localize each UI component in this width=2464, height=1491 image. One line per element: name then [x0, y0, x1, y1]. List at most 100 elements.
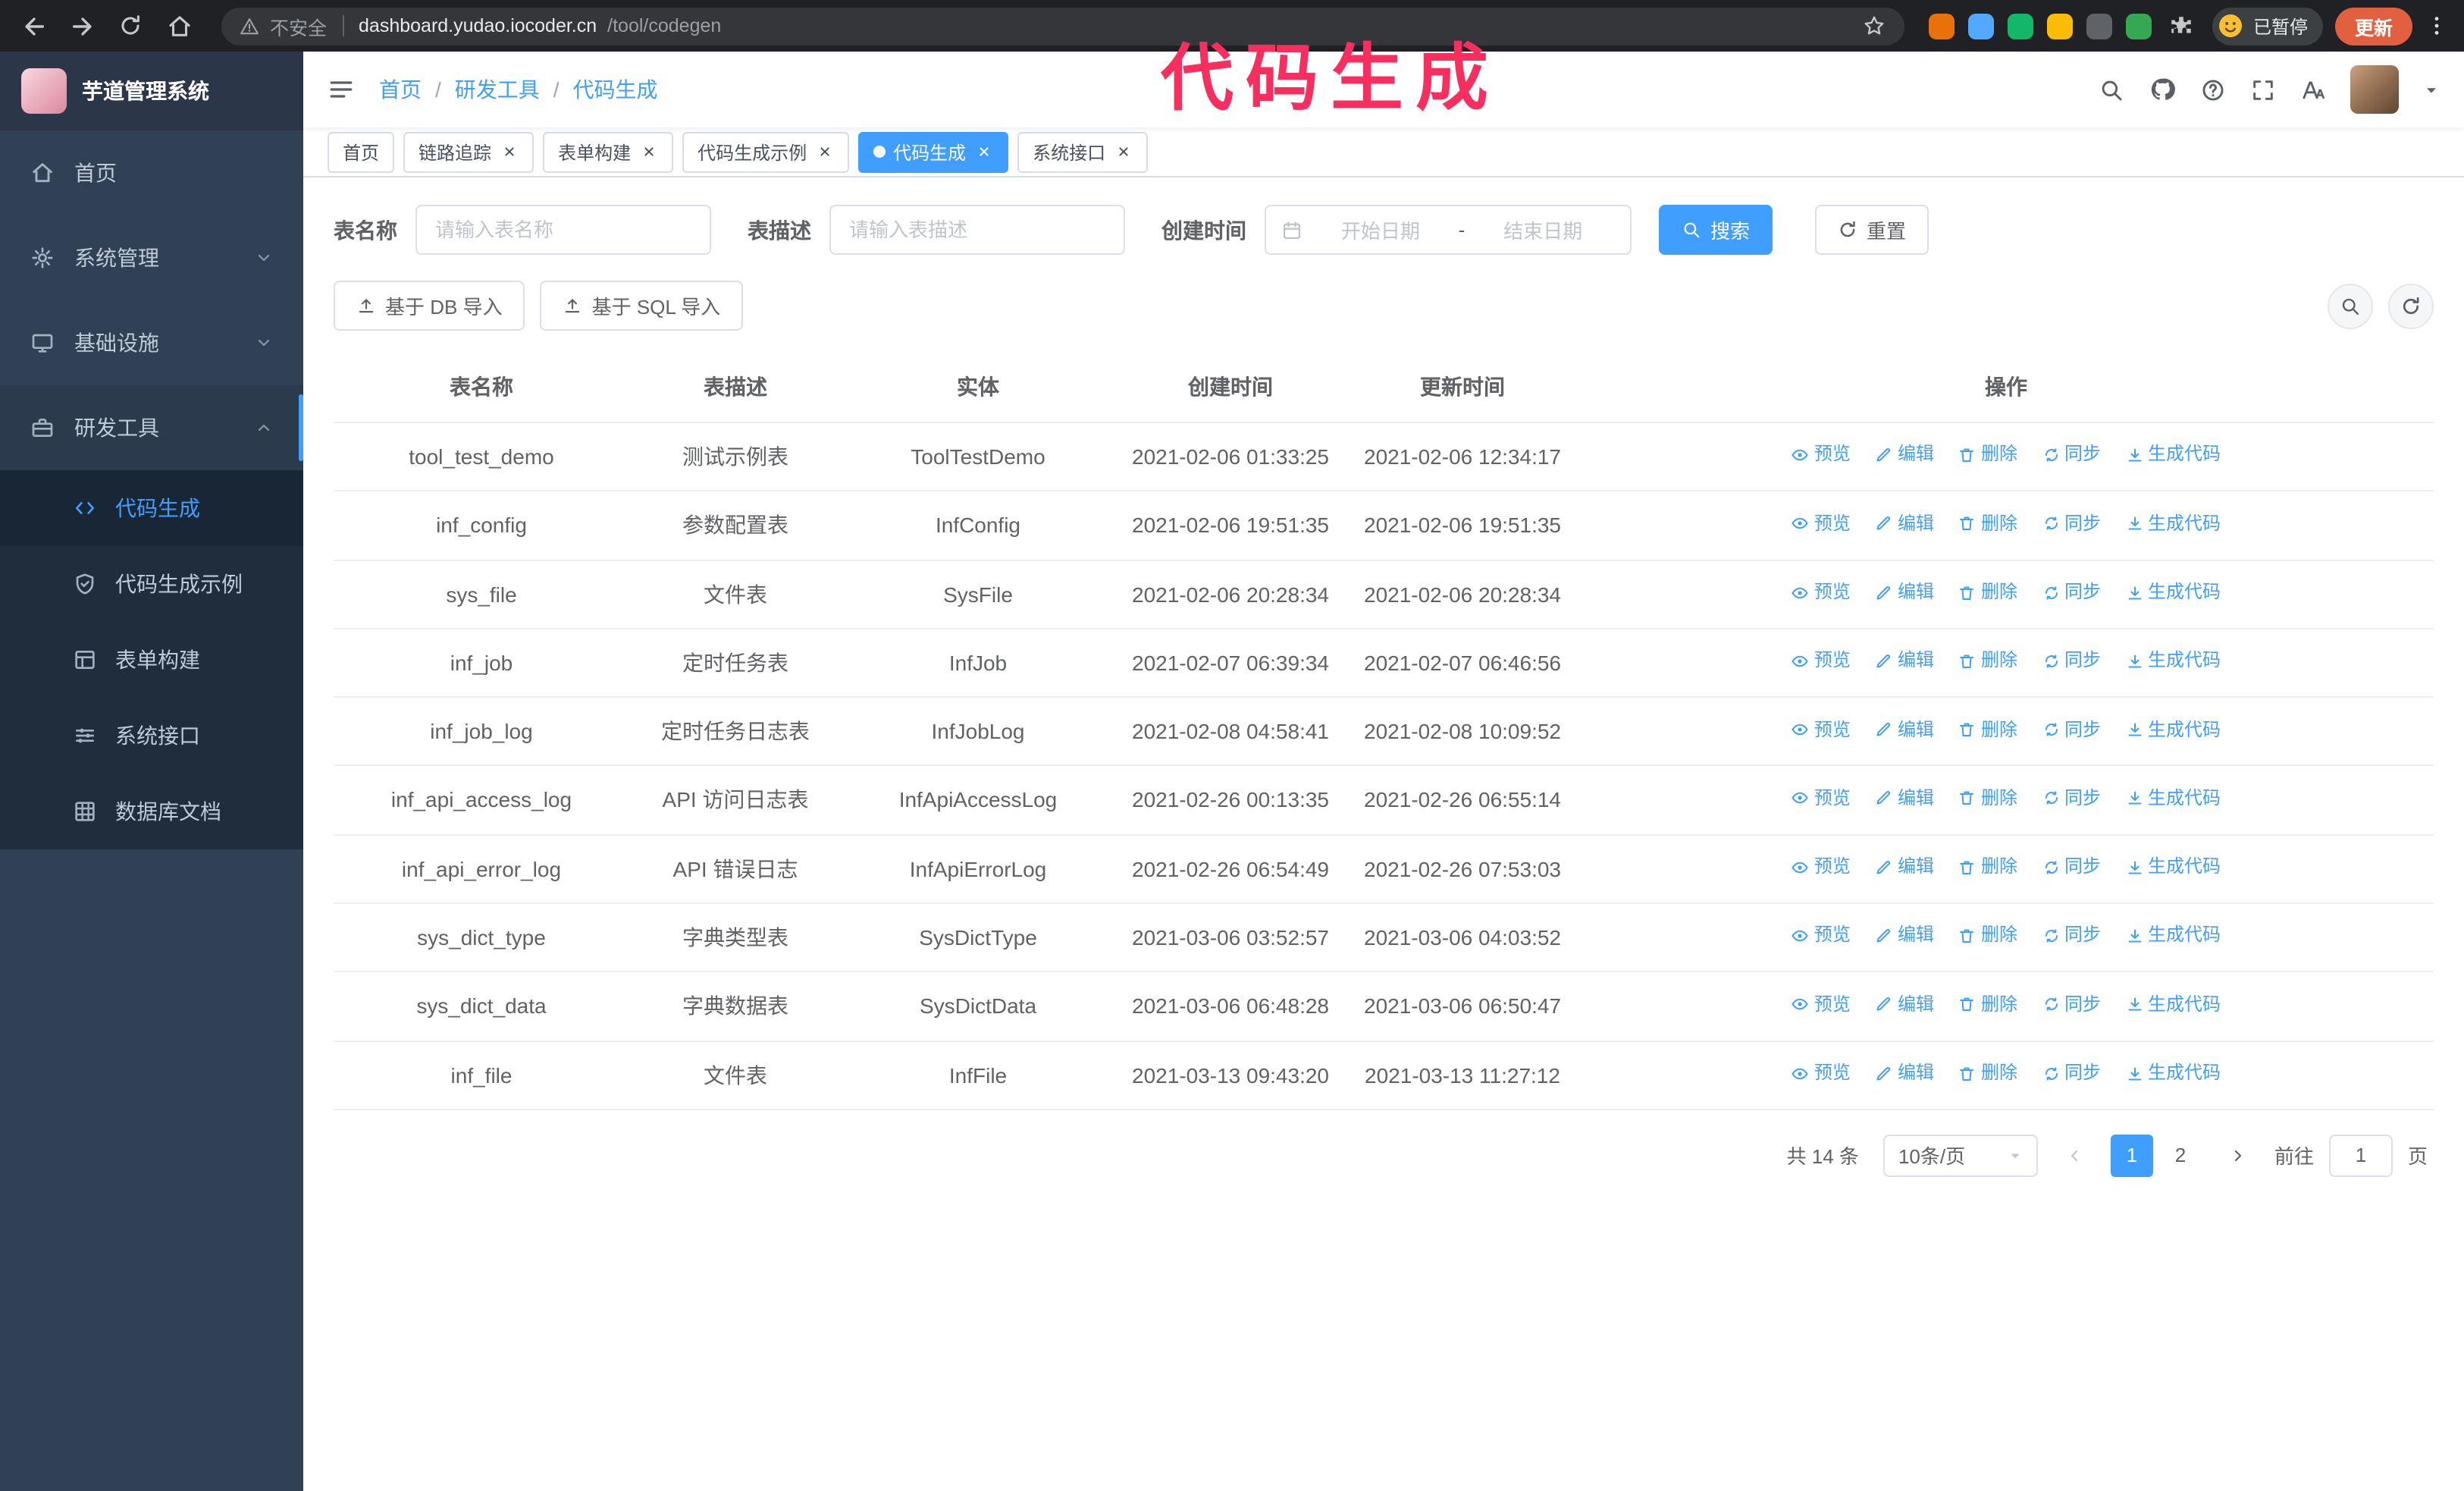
sync-link[interactable]: 同步 [2042, 579, 2101, 606]
browser-menu-button[interactable] [2425, 14, 2449, 38]
refresh-table-button[interactable] [2388, 283, 2434, 328]
tab-close-icon[interactable] [1113, 142, 1133, 162]
generate-code-link[interactable]: 生成代码 [2125, 854, 2221, 880]
preview-link[interactable]: 预览 [1792, 442, 1851, 469]
generate-code-link[interactable]: 生成代码 [2125, 786, 2221, 812]
edit-link[interactable]: 编辑 [1875, 717, 1934, 743]
vpn-extension-icon[interactable] [2007, 13, 2033, 39]
tab-系统接口[interactable]: 系统接口 [1017, 131, 1149, 172]
search-button[interactable]: 搜索 [1659, 205, 1773, 255]
date-range-picker[interactable]: 开始日期 - 结束日期 [1265, 205, 1632, 255]
table-desc-input[interactable] [829, 205, 1125, 255]
preview-link[interactable]: 预览 [1792, 786, 1851, 812]
page-button-1[interactable]: 1 [2110, 1134, 2153, 1177]
generate-code-link[interactable]: 生成代码 [2125, 717, 2221, 743]
edit-link[interactable]: 编辑 [1875, 648, 1934, 674]
submenu-item-form[interactable]: 表单构建 [0, 622, 303, 698]
sync-link[interactable]: 同步 [2042, 510, 2101, 537]
sidebar-item-toolbox[interactable]: 研发工具 [0, 385, 303, 470]
preview-link[interactable]: 预览 [1792, 923, 1851, 950]
delete-link[interactable]: 删除 [1958, 991, 2017, 1018]
submenu-item-sliders[interactable]: 系统接口 [0, 698, 303, 774]
tab-代码生成示例[interactable]: 代码生成示例 [682, 131, 850, 172]
delete-link[interactable]: 删除 [1958, 786, 2017, 812]
logo-row[interactable]: 芋道管理系统 [0, 52, 303, 130]
user-avatar[interactable] [2350, 65, 2399, 114]
generate-code-link[interactable]: 生成代码 [2125, 991, 2221, 1018]
fullscreen-button[interactable] [2250, 77, 2276, 102]
help-button[interactable] [2200, 77, 2226, 102]
bookmark-star-icon[interactable] [1862, 14, 1886, 38]
preview-link[interactable]: 预览 [1792, 510, 1851, 537]
people-extension-icon[interactable] [2046, 13, 2073, 39]
sidebar-item-gear[interactable]: 系统管理 [0, 215, 303, 300]
dark-extension-icon[interactable] [2086, 13, 2112, 39]
tab-close-icon[interactable] [814, 142, 834, 162]
sidebar-item-monitor[interactable]: 基础设施 [0, 300, 303, 385]
tab-链路追踪[interactable]: 链路追踪 [403, 131, 534, 172]
import-sql-button[interactable]: 基于 SQL 导入 [540, 281, 744, 331]
next-page-button[interactable] [2217, 1135, 2259, 1177]
reload-button[interactable] [112, 8, 149, 44]
goto-page-input[interactable] [2328, 1134, 2393, 1177]
generate-code-link[interactable]: 生成代码 [2125, 579, 2221, 606]
preview-link[interactable]: 预览 [1792, 717, 1851, 743]
tab-close-icon[interactable] [499, 142, 519, 162]
submenu-item-code[interactable]: 代码生成 [0, 470, 303, 546]
edit-link[interactable]: 编辑 [1875, 1060, 1934, 1087]
extensions-button[interactable] [2164, 8, 2200, 44]
toggle-search-button[interactable] [2328, 283, 2373, 328]
edit-link[interactable]: 编辑 [1875, 510, 1934, 537]
generate-code-link[interactable]: 生成代码 [2125, 1060, 2221, 1087]
fox-extension-icon[interactable] [1928, 13, 1955, 39]
generate-code-link[interactable]: 生成代码 [2125, 648, 2221, 674]
forward-button[interactable] [64, 8, 100, 44]
generate-code-link[interactable]: 生成代码 [2125, 442, 2221, 469]
update-button[interactable]: 更新 [2334, 7, 2412, 45]
tab-首页[interactable]: 首页 [328, 131, 395, 172]
preview-link[interactable]: 预览 [1792, 579, 1851, 606]
page-button-2[interactable]: 2 [2159, 1135, 2202, 1177]
address-bar[interactable]: 不安全 dashboard.yudao.iocoder.cn/tool/code… [221, 7, 1904, 45]
header-search-button[interactable] [2099, 77, 2124, 102]
delete-link[interactable]: 删除 [1958, 717, 2017, 743]
edit-link[interactable]: 编辑 [1875, 786, 1934, 812]
breadcrumb-devtools[interactable]: 研发工具 [422, 74, 540, 105]
delete-link[interactable]: 删除 [1958, 648, 2017, 674]
sidebar-toggle-button[interactable] [328, 76, 355, 103]
tab-close-icon[interactable] [973, 142, 993, 162]
delete-link[interactable]: 删除 [1958, 579, 2017, 606]
sync-link[interactable]: 同步 [2042, 1060, 2101, 1087]
page-size-select[interactable]: 10条/页 [1882, 1134, 2038, 1177]
generate-code-link[interactable]: 生成代码 [2125, 923, 2221, 950]
import-db-button[interactable]: 基于 DB 导入 [334, 281, 525, 331]
sync-link[interactable]: 同步 [2042, 854, 2101, 880]
preview-link[interactable]: 预览 [1792, 1060, 1851, 1087]
edit-link[interactable]: 编辑 [1875, 923, 1934, 950]
delete-link[interactable]: 删除 [1958, 854, 2017, 880]
edit-link[interactable]: 编辑 [1875, 854, 1934, 880]
tab-表单构建[interactable]: 表单构建 [543, 131, 674, 172]
sync-link[interactable]: 同步 [2042, 786, 2101, 812]
tab-代码生成[interactable]: 代码生成 [858, 131, 1009, 172]
generate-code-link[interactable]: 生成代码 [2125, 510, 2221, 537]
sync-link[interactable]: 同步 [2042, 717, 2101, 743]
sync-link[interactable]: 同步 [2042, 442, 2101, 469]
edit-link[interactable]: 编辑 [1875, 579, 1934, 606]
delete-link[interactable]: 删除 [1958, 510, 2017, 537]
delete-link[interactable]: 删除 [1958, 1060, 2017, 1087]
github-button[interactable] [2149, 76, 2176, 103]
prev-page-button[interactable] [2053, 1135, 2096, 1177]
preview-link[interactable]: 预览 [1792, 991, 1851, 1018]
tab-close-icon[interactable] [638, 142, 658, 162]
edit-link[interactable]: 编辑 [1875, 991, 1934, 1018]
font-size-button[interactable] [2300, 77, 2326, 102]
drop-extension-icon[interactable] [1967, 13, 1994, 39]
delete-link[interactable]: 删除 [1958, 923, 2017, 950]
sidebar-item-home[interactable]: 首页 [0, 130, 303, 215]
sync-link[interactable]: 同步 [2042, 991, 2101, 1018]
delete-link[interactable]: 删除 [1958, 442, 2017, 469]
profile-chip[interactable]: 已暂停 [2212, 7, 2323, 45]
submenu-item-shield-check[interactable]: 代码生成示例 [0, 546, 303, 622]
sync-link[interactable]: 同步 [2042, 923, 2101, 950]
